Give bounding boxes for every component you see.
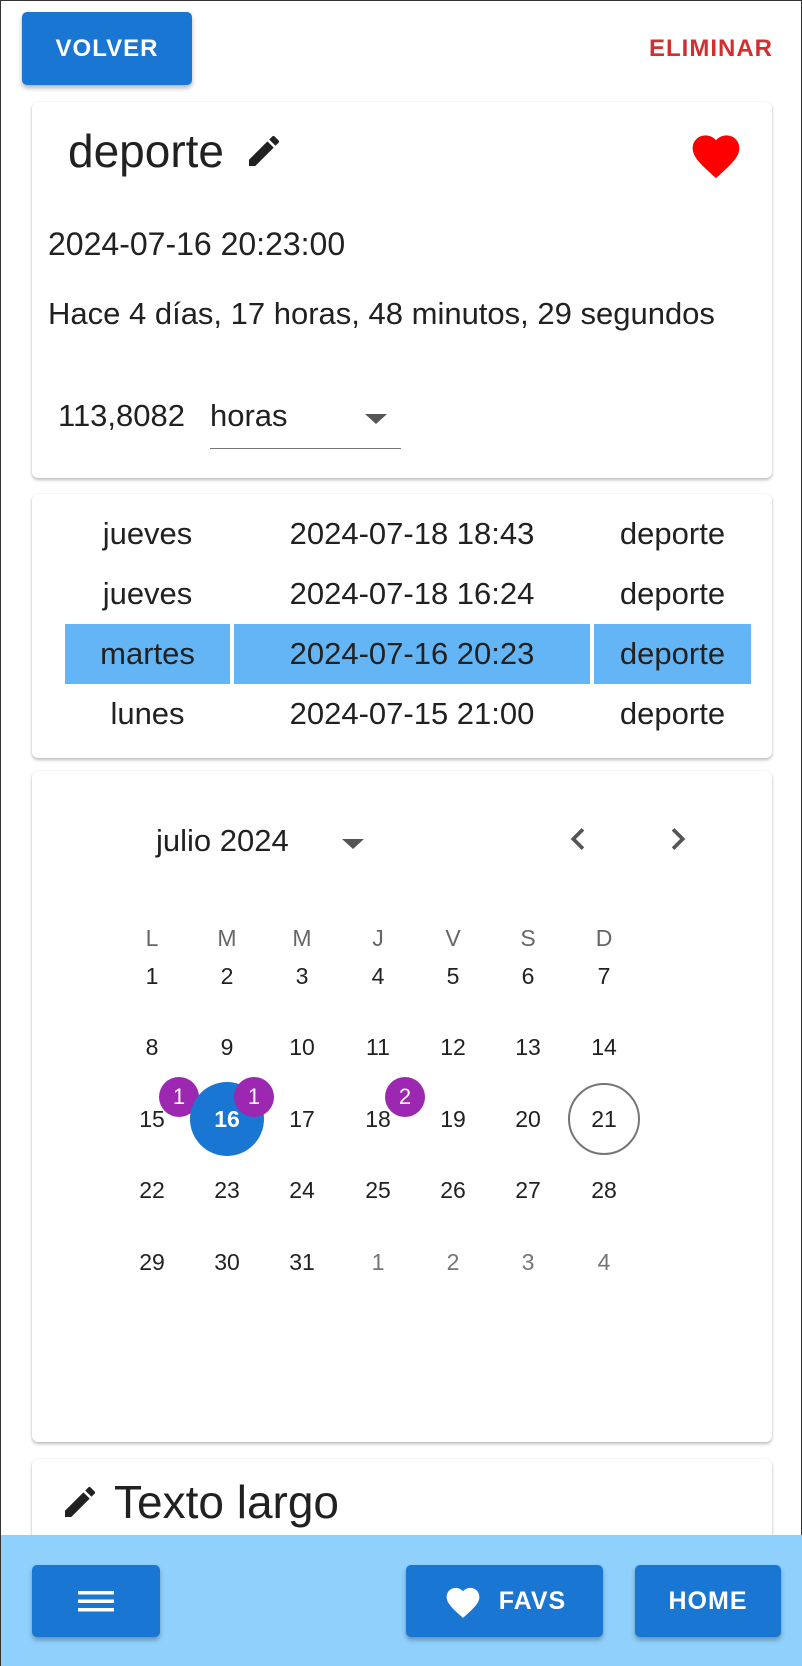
prev-month-button[interactable] xyxy=(556,817,600,861)
calendar-day[interactable]: 24 xyxy=(262,1170,342,1210)
home-button[interactable]: HOME xyxy=(635,1565,781,1637)
calendar-day[interactable]: 17 xyxy=(262,1099,342,1139)
calendar-day[interactable]: 14 xyxy=(564,1027,644,1067)
weekday-header: D xyxy=(595,925,613,951)
calendar-day[interactable]: 4 xyxy=(338,956,418,996)
calendar-day[interactable]: 22 xyxy=(112,1170,192,1210)
calendar-day[interactable]: 7 xyxy=(564,956,644,996)
elapsed-amount: 113,8082 xyxy=(58,398,185,433)
notes-title: Texto largo xyxy=(114,1476,340,1528)
history-datetime: 2024-07-16 20:23 xyxy=(234,624,590,684)
history-weekday: martes xyxy=(65,624,230,684)
calendar-card: julio 2024 L M M J V S D 1 2 3 4 5 6 7 8 9 10 11 12 13 14 15 1… xyxy=(32,771,772,1442)
calendar-day[interactable]: 20 xyxy=(488,1099,568,1139)
top-bar: VOLVER ELIMINAR xyxy=(1,1,802,97)
history-name: deporte xyxy=(619,516,726,551)
calendar-day[interactable]: 5 xyxy=(413,956,493,996)
next-month-button[interactable] xyxy=(656,817,700,861)
calendar-day[interactable]: 6 xyxy=(488,956,568,996)
heart-icon[interactable] xyxy=(688,128,744,180)
calendar-day[interactable]: 23 xyxy=(187,1170,267,1210)
weekday-header: V xyxy=(445,925,461,951)
calendar-day[interactable]: 19 xyxy=(413,1099,493,1139)
favs-label: FAVS xyxy=(498,1586,567,1615)
heart-icon xyxy=(446,1587,480,1618)
notes-title-row: Texto largo xyxy=(60,1475,339,1529)
event-datetime: 2024-07-16 20:23:00 xyxy=(48,226,346,262)
calendar-day[interactable]: 10 xyxy=(262,1027,342,1067)
unit-select[interactable]: horas xyxy=(210,392,401,449)
unit-select-value: horas xyxy=(210,398,288,433)
month-label[interactable]: julio 2024 xyxy=(156,823,289,859)
calendar-day[interactable]: 31 xyxy=(262,1242,342,1282)
calendar-day[interactable]: 2 xyxy=(187,956,267,996)
history-row[interactable]: jueves 2024-07-18 16:24 deporte xyxy=(65,564,751,624)
weekday-header: M xyxy=(217,925,237,951)
history-name: deporte xyxy=(594,624,751,684)
calendar-day[interactable]: 28 xyxy=(564,1170,644,1210)
calendar-day[interactable]: 11 xyxy=(338,1027,418,1067)
history-card: jueves 2024-07-18 18:43 deporte jueves 2024-… xyxy=(32,494,772,758)
calendar-day[interactable]: 8 xyxy=(112,1027,192,1067)
triangle-down-icon xyxy=(365,414,387,424)
chevron-left-icon xyxy=(570,828,585,850)
history-datetime: 2024-07-18 16:24 xyxy=(289,576,535,611)
calendar-day[interactable]: 25 xyxy=(338,1170,418,1210)
calendar-day-outside-month[interactable]: 3 xyxy=(488,1242,568,1282)
hamburger-menu-icon xyxy=(78,1591,114,1612)
calendar-day[interactable]: 30 xyxy=(187,1242,267,1282)
history-weekday: jueves xyxy=(102,576,193,611)
delete-button[interactable]: ELIMINAR xyxy=(649,25,773,73)
history-datetime: 2024-07-18 18:43 xyxy=(289,516,535,551)
calendar-day[interactable]: 27 xyxy=(488,1170,568,1210)
history-table: jueves 2024-07-18 18:43 deporte jueves 2024-… xyxy=(61,504,755,744)
calendar-day[interactable]: 3 xyxy=(262,956,342,996)
calendar-header: julio 2024 xyxy=(156,811,686,867)
favs-button[interactable]: FAVS xyxy=(406,1565,603,1637)
calendar-day-outside-month[interactable]: 1 xyxy=(338,1242,418,1282)
weekday-header: L xyxy=(145,925,159,951)
history-name: deporte xyxy=(619,576,726,611)
calendar-day[interactable]: 9 xyxy=(187,1027,267,1067)
history-weekday: lunes xyxy=(110,696,185,731)
history-weekday: jueves xyxy=(102,516,193,551)
elapsed-time: Hace 4 días, 17 horas, 48 minutos, 29 se… xyxy=(48,296,715,331)
event-title-row: deporte xyxy=(68,124,284,178)
pencil-icon[interactable] xyxy=(244,131,284,171)
calendar-day[interactable]: 26 xyxy=(413,1170,493,1210)
calendar-day-outside-month[interactable]: 4 xyxy=(564,1242,644,1282)
bottom-bar: FAVS HOME xyxy=(1,1535,802,1666)
weekday-header: J xyxy=(372,925,384,951)
history-row[interactable]: jueves 2024-07-18 18:43 deporte xyxy=(65,504,751,564)
calendar-day-outside-month[interactable]: 2 xyxy=(413,1242,493,1282)
history-name: deporte xyxy=(619,696,726,731)
calendar-day[interactable]: 13 xyxy=(488,1027,568,1067)
calendar-day[interactable]: 1 xyxy=(112,956,192,996)
event-detail-card: deporte 2024-07-16 20:23:00 Hace 4 días,… xyxy=(32,102,772,478)
back-button[interactable]: VOLVER xyxy=(22,12,192,85)
pencil-icon[interactable] xyxy=(60,1482,100,1522)
history-row[interactable]: lunes 2024-07-15 21:00 deporte xyxy=(65,684,751,744)
weekday-header: S xyxy=(520,925,536,951)
history-datetime: 2024-07-15 21:00 xyxy=(289,696,535,731)
calendar-day[interactable]: 29 xyxy=(112,1242,192,1282)
calendar-day[interactable]: 12 xyxy=(413,1027,493,1067)
calendar-day[interactable]: 21 xyxy=(564,1099,644,1139)
event-title: deporte xyxy=(68,125,225,177)
menu-button[interactable] xyxy=(32,1565,160,1637)
weekday-header: M xyxy=(292,925,312,951)
triangle-down-icon[interactable] xyxy=(342,839,364,849)
chevron-right-icon xyxy=(671,828,686,850)
history-row[interactable]: martes 2024-07-16 20:23 deporte xyxy=(65,624,751,684)
